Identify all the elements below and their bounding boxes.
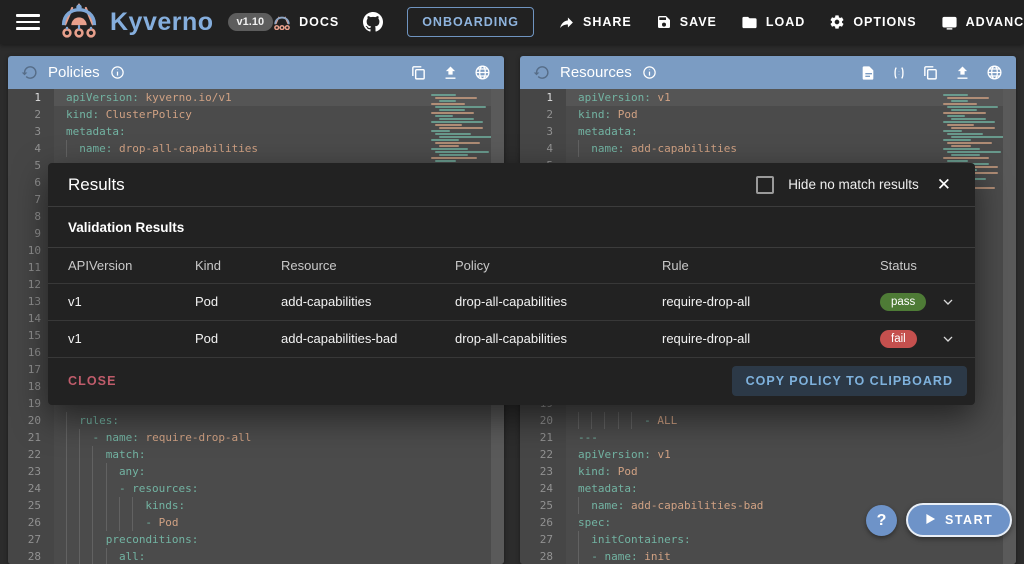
info-icon[interactable] — [642, 65, 657, 80]
top-navbar: Kyverno v1.10 DOCS — [0, 0, 1024, 44]
github-icon — [363, 12, 383, 32]
cell-resource: add-capabilities — [281, 294, 455, 309]
status-badge: pass — [880, 293, 926, 311]
header-policy: Policy — [455, 258, 662, 273]
reset-icon[interactable] — [21, 64, 38, 81]
results-table-body: v1Podadd-capabilitiesdrop-all-capabiliti… — [48, 284, 975, 358]
cell-rule: require-drop-all — [662, 294, 880, 309]
upload-icon[interactable] — [954, 64, 971, 81]
folder-icon — [741, 14, 758, 31]
chevron-down-icon[interactable] — [940, 294, 956, 310]
share-button[interactable]: SHARE — [558, 14, 632, 31]
start-button[interactable]: START — [906, 503, 1012, 537]
copy-icon[interactable] — [410, 64, 427, 81]
github-button[interactable] — [363, 12, 383, 32]
code-line[interactable]: 20rules: — [8, 412, 504, 429]
code-line[interactable]: 22match: — [8, 446, 504, 463]
gear-icon — [829, 14, 845, 30]
cell-apiversion: v1 — [68, 331, 195, 346]
code-line[interactable]: 3metadata: — [8, 123, 504, 140]
code-line[interactable]: 3metadata: — [520, 123, 1016, 140]
cell-policy: drop-all-capabilities — [455, 294, 662, 309]
code-line[interactable]: 2kind: Pod — [520, 106, 1016, 123]
code-line[interactable]: 24- resources: — [8, 480, 504, 497]
upload-icon[interactable] — [442, 64, 459, 81]
results-modal: Results Hide no match results ✕ Validati… — [48, 163, 975, 405]
brand-title: Kyverno — [110, 8, 214, 37]
onboarding-button[interactable]: ONBOARDING — [407, 7, 534, 37]
globe-icon[interactable] — [986, 64, 1003, 81]
resources-panel-header: Resources — [520, 56, 1016, 89]
globe-icon[interactable] — [474, 64, 491, 81]
kyverno-logo-icon — [58, 2, 100, 43]
code-line[interactable]: 22apiVersion: v1 — [520, 446, 1016, 463]
code-line[interactable]: 4name: add-capabilities — [520, 140, 1016, 157]
options-button[interactable]: OPTIONS — [829, 14, 916, 30]
resources-title: Resources — [560, 64, 632, 81]
menu-icon[interactable] — [16, 10, 40, 34]
code-line[interactable]: 23any: — [8, 463, 504, 480]
console-icon — [941, 14, 958, 31]
load-button[interactable]: LOAD — [741, 14, 805, 31]
play-icon — [925, 513, 936, 528]
header-resource: Resource — [281, 258, 455, 273]
code-line[interactable]: 20- ALL — [520, 412, 1016, 429]
header-status: Status — [880, 258, 929, 273]
code-line[interactable]: 28all: — [8, 548, 504, 564]
kyverno-docs-icon — [273, 14, 291, 30]
validation-results-heading: Validation Results — [48, 207, 975, 247]
code-line[interactable]: 25kinds: — [8, 497, 504, 514]
version-badge: v1.10 — [228, 13, 274, 31]
reset-icon[interactable] — [533, 64, 550, 81]
code-line[interactable]: 28- name: init — [520, 548, 1016, 564]
docs-button[interactable]: DOCS — [273, 14, 339, 30]
result-row[interactable]: v1Podadd-capabilitiesdrop-all-capabiliti… — [48, 284, 975, 321]
cell-policy: drop-all-capabilities — [455, 331, 662, 346]
close-icon[interactable]: ✕ — [933, 173, 955, 197]
header-kind: Kind — [195, 258, 281, 273]
cell-rule: require-drop-all — [662, 331, 880, 346]
policies-panel-header: Policies — [8, 56, 504, 89]
info-icon[interactable] — [110, 65, 125, 80]
hide-no-match-checkbox[interactable] — [756, 176, 774, 194]
code-line[interactable]: 4name: drop-all-capabilities — [8, 140, 504, 157]
result-row[interactable]: v1Podadd-capabilities-baddrop-all-capabi… — [48, 321, 975, 358]
copy-icon[interactable] — [922, 64, 939, 81]
save-button[interactable]: SAVE — [656, 14, 717, 30]
file-document-icon[interactable] — [860, 65, 876, 81]
results-table-header: APIVersion Kind Resource Policy Rule Sta… — [48, 248, 975, 284]
editor-scrollbar[interactable] — [1003, 89, 1016, 564]
kyverno-playground: Kyverno v1.10 DOCS — [0, 0, 1024, 564]
chevron-down-icon[interactable] — [940, 331, 956, 347]
modal-title: Results — [68, 175, 125, 195]
share-icon — [558, 14, 575, 31]
code-brackets-icon[interactable] — [891, 65, 907, 81]
minimap — [431, 94, 489, 172]
cell-kind: Pod — [195, 294, 281, 309]
close-button[interactable]: CLOSE — [68, 374, 117, 388]
save-icon — [656, 14, 672, 30]
policies-title: Policies — [48, 64, 100, 81]
cell-apiversion: v1 — [68, 294, 195, 309]
code-line[interactable]: 1apiVersion: v1 — [520, 89, 1016, 106]
code-line[interactable]: 26- Pod — [8, 514, 504, 531]
header-rule: Rule — [662, 258, 880, 273]
code-line[interactable]: 27preconditions: — [8, 531, 504, 548]
help-button[interactable]: ? — [866, 505, 897, 536]
status-badge: fail — [880, 330, 917, 348]
code-line[interactable]: 21- name: require-drop-all — [8, 429, 504, 446]
cell-resource: add-capabilities-bad — [281, 331, 455, 346]
code-line[interactable]: 24metadata: — [520, 480, 1016, 497]
code-line[interactable]: 21--- — [520, 429, 1016, 446]
advanced-button[interactable]: ADVANCED — [941, 14, 1024, 31]
code-line[interactable]: 1apiVersion: kyverno.io/v1 — [8, 89, 504, 106]
code-line[interactable]: 23kind: Pod — [520, 463, 1016, 480]
cell-kind: Pod — [195, 331, 281, 346]
copy-policy-button[interactable]: COPY POLICY TO CLIPBOARD — [732, 366, 967, 396]
hide-no-match-label[interactable]: Hide no match results — [788, 177, 919, 192]
code-line[interactable]: 2kind: ClusterPolicy — [8, 106, 504, 123]
header-apiversion: APIVersion — [68, 258, 195, 273]
